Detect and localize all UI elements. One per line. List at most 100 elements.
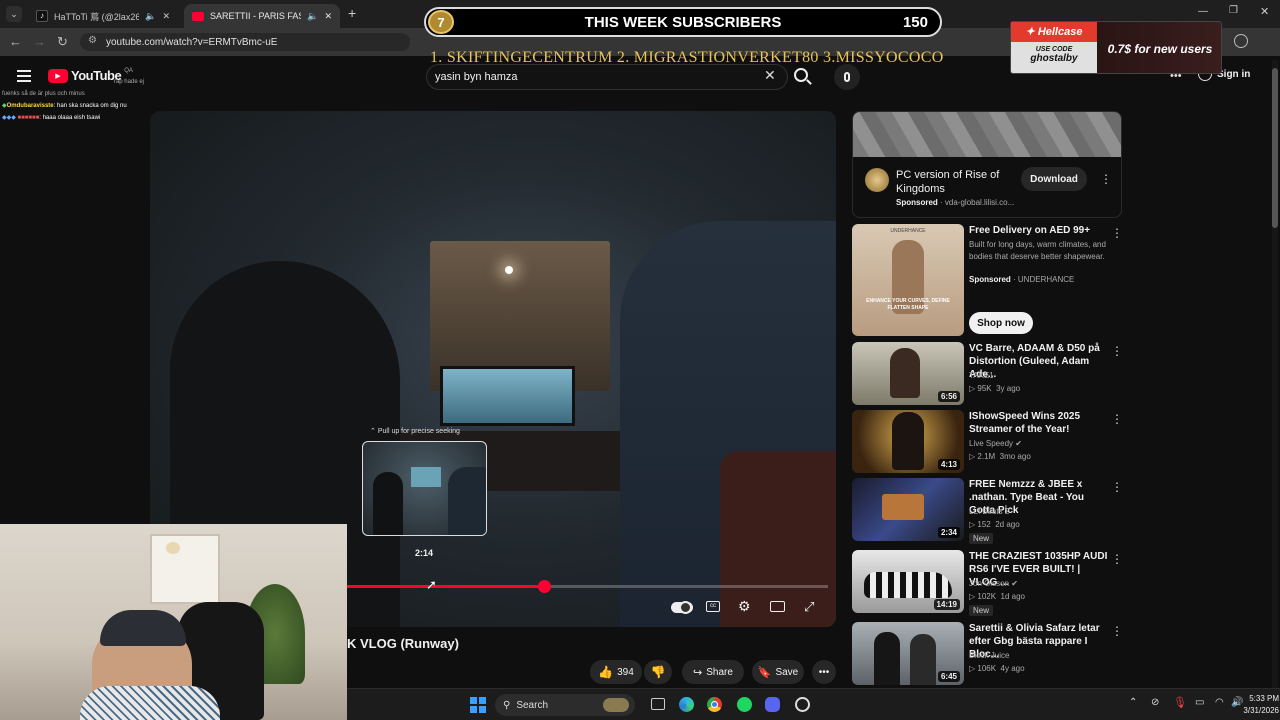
voice-search-button[interactable]: [834, 64, 860, 90]
ad-game-icon: [865, 168, 889, 192]
thumbs-up-icon: 👍: [598, 665, 614, 679]
mouse-cursor-icon: ➚: [426, 577, 437, 592]
hellcase-promo: ✦ Hellcase USE CODE ghostalby 0.7$ for n…: [1010, 21, 1222, 74]
settings-icon[interactable]: ⚙: [738, 598, 751, 615]
channel-name: TAKE1: [969, 371, 994, 380]
search-input[interactable]: yasin byn hamza: [426, 64, 788, 90]
channel-name: Block Juice: [969, 651, 1010, 660]
subscribers-banner: 7 THIS WEEK SUBSCRIBERS 150: [424, 7, 942, 37]
theater-mode-icon[interactable]: [770, 601, 785, 612]
list-item[interactable]: 2:34 FREE Nemzzz & JBEE x .nathan. Type …: [852, 478, 1123, 544]
upload-age: 4y ago: [1000, 664, 1025, 673]
maximize-icon[interactable]: ❐: [1229, 5, 1238, 16]
clock-time: 5:33 PM: [1249, 694, 1279, 703]
save-button[interactable]: 🔖 Save: [752, 660, 804, 684]
taskbar-search[interactable]: ⚲ Search: [495, 694, 635, 716]
more-options-icon[interactable]: ⋮: [1111, 480, 1123, 494]
more-options-icon[interactable]: ⋮: [1111, 624, 1123, 638]
back-icon[interactable]: ←: [9, 34, 22, 49]
promo-thumb-tag: ENHANCE YOUR CURVES, DEFINE FLATTEN SHAP…: [866, 298, 950, 311]
tray-volume-icon: 🔊: [1231, 697, 1244, 708]
video-title: K VLOG (Runway): [347, 636, 459, 651]
pull-up-hint: ⌃ Pull up for precise seeking: [370, 428, 460, 435]
ad-card[interactable]: PC version of Rise of Kingdoms Sponsored…: [852, 111, 1122, 218]
app-icon[interactable]: [795, 697, 810, 712]
hellcase-use-code: USE CODE: [1035, 46, 1073, 53]
discord-icon[interactable]: [765, 697, 780, 712]
more-options-icon[interactable]: ⋮: [1100, 172, 1112, 186]
scrollbar-thumb[interactable]: [1272, 68, 1278, 228]
chrome-icon[interactable]: [707, 697, 722, 712]
chat-overlay: rap hade ej fuenks så de är plus och min…: [2, 76, 150, 124]
profile-icon[interactable]: [1234, 34, 1248, 48]
hellcase-logo-icon: ✦: [1025, 26, 1035, 38]
list-item[interactable]: 14:19 THE CRAZIEST 1035HP AUDI RS6 I'VE …: [852, 550, 1123, 616]
address-bar[interactable]: ⚙ youtube.com/watch?v=ERMTvBmc-uE: [80, 33, 410, 51]
hellcase-code: ghostalby: [1030, 53, 1078, 64]
more-options-icon[interactable]: ⋮: [1111, 226, 1123, 240]
start-icon[interactable]: [470, 697, 486, 713]
more-actions-button[interactable]: •••: [812, 660, 836, 684]
more-options-icon[interactable]: ⋮: [1111, 412, 1123, 426]
more-options-icon[interactable]: ⋮: [1111, 344, 1123, 358]
more-options-icon[interactable]: ⋮: [1111, 552, 1123, 566]
tray-wifi-icon: ◠: [1215, 697, 1224, 708]
list-item[interactable]: 6:45 Sarettii & Olivia Safarz letar efte…: [852, 622, 1123, 685]
forward-icon[interactable]: →: [33, 34, 46, 49]
ad-banner: [853, 112, 1121, 157]
webcam-window: [150, 534, 220, 604]
download-button[interactable]: Download: [1021, 167, 1087, 191]
view-count: 106K: [977, 664, 997, 673]
fullscreen-icon[interactable]: ⤢: [804, 599, 814, 615]
studio-monitor: [440, 366, 575, 426]
ad-domain: · vda-global.lilisi.co...: [940, 198, 1015, 207]
share-button[interactable]: ↪ Share: [682, 660, 744, 684]
autoplay-toggle[interactable]: [671, 601, 693, 614]
video-duration: 6:56: [937, 391, 960, 402]
list-item[interactable]: 6:56 VC Barre, ADAAM & D50 på Distortion…: [852, 342, 1123, 405]
new-tab-button[interactable]: +: [348, 5, 356, 21]
shop-now-button[interactable]: Shop now: [969, 312, 1033, 334]
promo-thumbnail: UNDERHANCE ENHANCE YOUR CURVES, DEFINE F…: [852, 224, 964, 336]
promo-thumb-brand: UNDERHANCE: [890, 228, 926, 234]
edge-icon[interactable]: [679, 697, 694, 712]
minimize-icon[interactable]: —: [1198, 6, 1208, 17]
task-view-icon[interactable]: [651, 698, 665, 710]
new-badge: New: [969, 533, 994, 544]
sponsored-label: Sponsored: [896, 198, 938, 207]
tray-chevron-icon[interactable]: ⌃: [1129, 697, 1137, 708]
seek-preview-thumbnail: [362, 441, 487, 536]
upload-age: 3mo ago: [999, 452, 1031, 461]
site-info-icon[interactable]: ⚙: [88, 35, 97, 46]
views-icon: ▷: [969, 384, 976, 393]
tab-hattoti[interactable]: ♪ HaTToTi 蔦 (@2lax26_) is LIVE 🔈 ✕: [28, 4, 178, 28]
like-button[interactable]: 👍 394: [590, 660, 642, 684]
hellcase-code-panel: ✦ Hellcase USE CODE ghostalby: [1011, 22, 1097, 73]
channel-name: LLTBeats 2: [969, 507, 1010, 516]
verified-icon: ✔: [1011, 579, 1018, 588]
dislike-button[interactable]: 👎: [644, 660, 672, 684]
page-scrollbar[interactable]: [1272, 60, 1278, 688]
spotify-icon[interactable]: [737, 697, 752, 712]
close-window-icon[interactable]: ✕: [1260, 5, 1269, 18]
channel-name: Jon Olsson: [969, 579, 1010, 588]
progress-track[interactable]: [347, 580, 828, 593]
clear-search-icon[interactable]: ✕: [764, 67, 776, 84]
views-icon: ▷: [969, 520, 976, 529]
close-icon[interactable]: ✕: [162, 11, 170, 22]
clock[interactable]: 5:33 PM 3/31/2026: [1243, 693, 1279, 717]
webcam-cap: [100, 610, 186, 646]
chat-message: rap hade ej: [113, 79, 144, 85]
tab-search-button[interactable]: ⌄: [6, 6, 22, 22]
promo-description: Built for long days, warm climates, and …: [969, 240, 1106, 261]
new-badge: New: [969, 605, 994, 616]
upload-age: 1d ago: [1000, 592, 1025, 601]
chat-message: ◆◆◆ ■■■■■■: haaa olaaa eish tsawi: [2, 115, 101, 121]
tab-sarettii[interactable]: SARETTII - PARIS FASHION 🔈 ✕: [184, 4, 340, 28]
list-item[interactable]: 4:13 IShowSpeed Wins 2025 Streamer of th…: [852, 410, 1123, 473]
promo-card[interactable]: UNDERHANCE ENHANCE YOUR CURVES, DEFINE F…: [852, 224, 1123, 336]
reload-icon[interactable]: ↻: [57, 34, 68, 50]
upload-age: 3y ago: [996, 384, 1021, 393]
close-icon[interactable]: ✕: [324, 11, 332, 22]
captions-icon[interactable]: cc: [706, 601, 720, 612]
